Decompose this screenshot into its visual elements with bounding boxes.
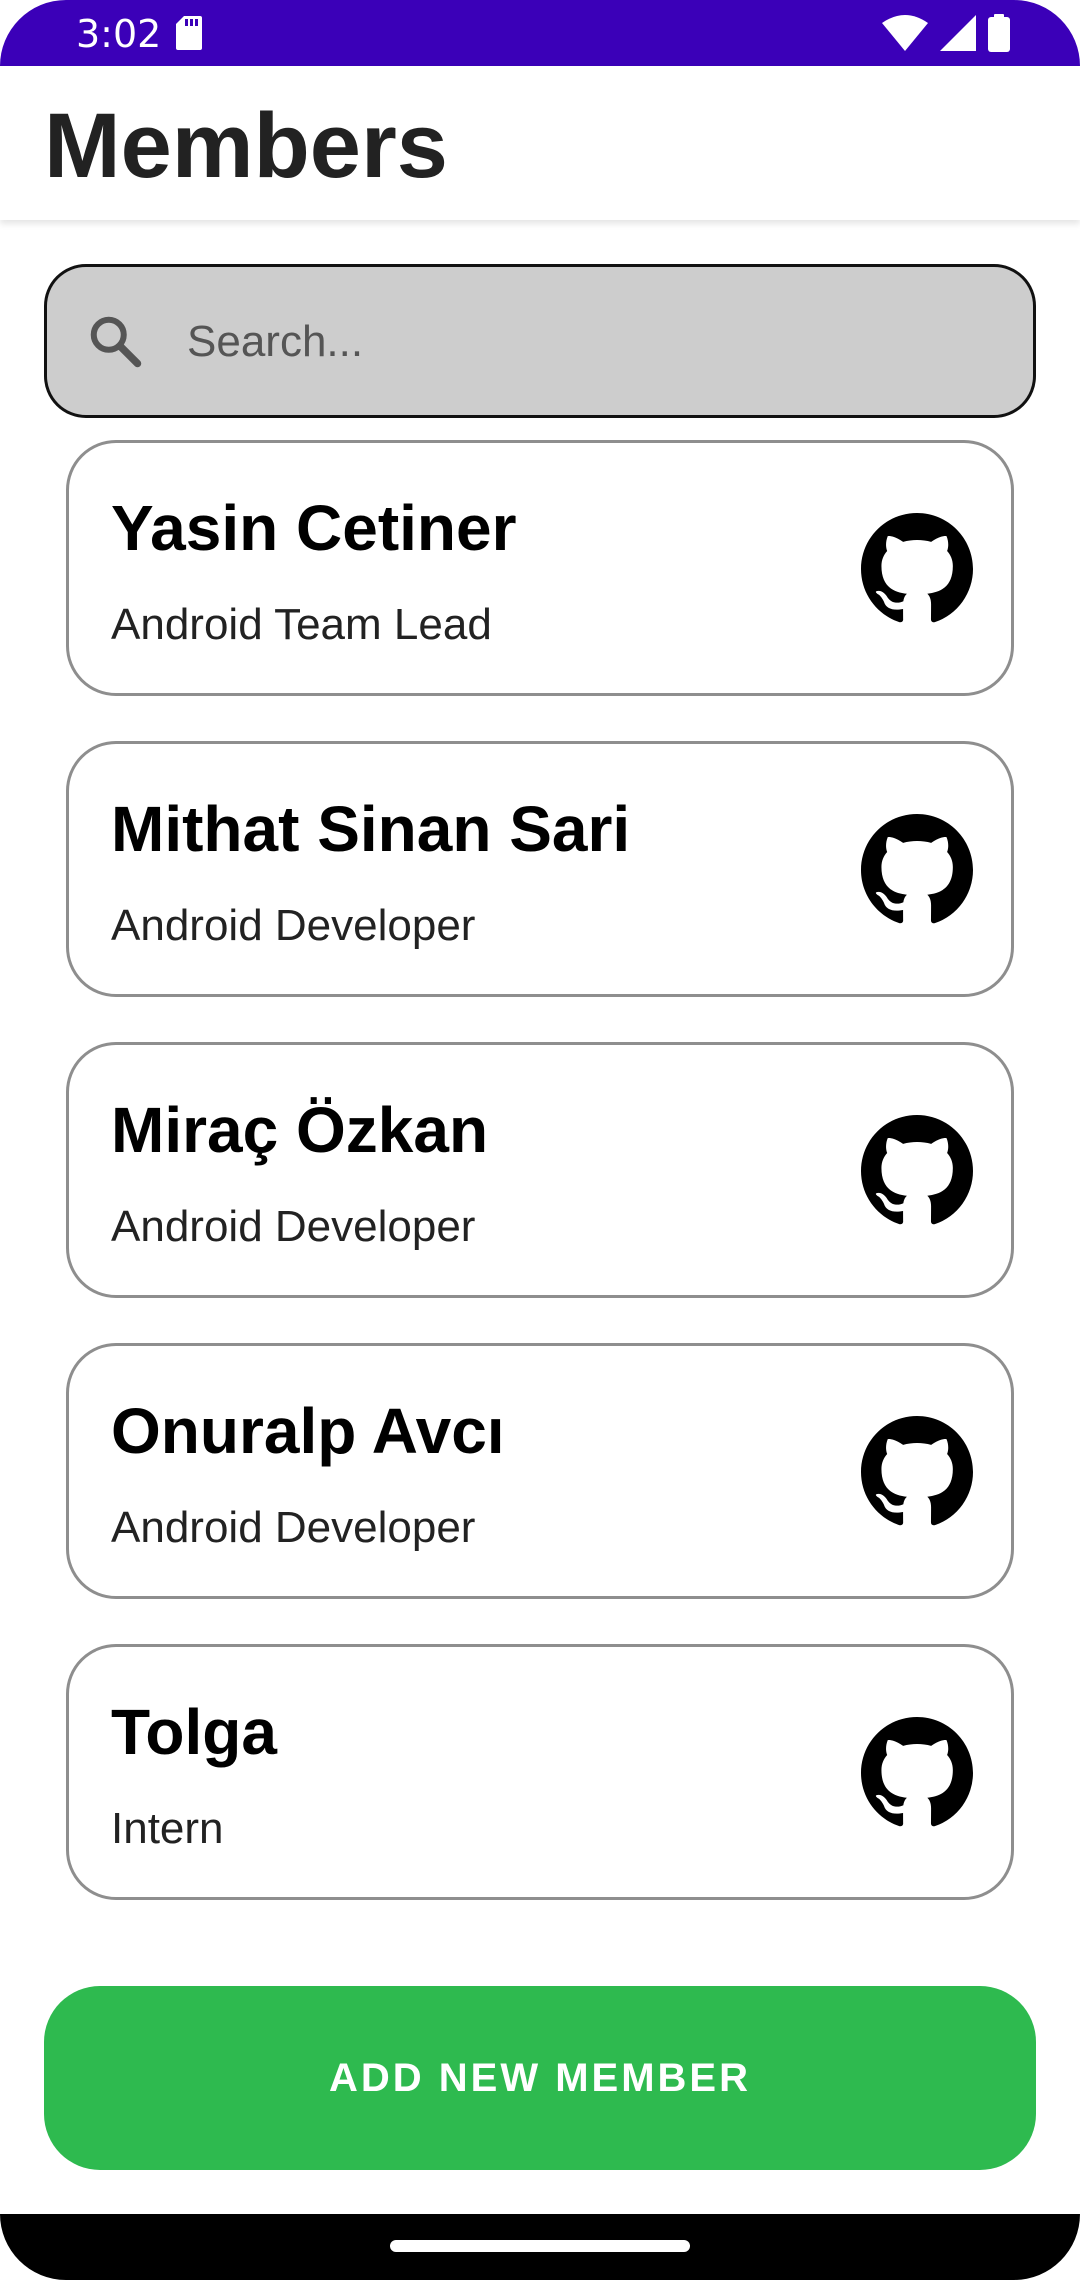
member-card[interactable]: Tolga Intern: [66, 1644, 1014, 1900]
member-name: Tolga: [111, 1696, 277, 1768]
member-name: Miraç Özkan: [111, 1094, 489, 1166]
member-card[interactable]: Mithat Sinan Sari Android Developer: [66, 741, 1014, 997]
github-icon[interactable]: [861, 814, 973, 926]
members-screen: 3:02 Members Search... Yasin Cetiner And…: [0, 0, 1080, 2280]
member-role: Android Developer: [111, 1202, 476, 1251]
member-name: Mithat Sinan Sari: [111, 793, 631, 865]
member-role: Intern: [111, 1804, 224, 1853]
github-icon[interactable]: [861, 1717, 973, 1829]
home-handle[interactable]: [390, 2240, 690, 2252]
member-name: Yasin Cetiner: [111, 492, 517, 564]
github-icon[interactable]: [861, 1115, 973, 1227]
search-input[interactable]: [187, 297, 987, 387]
github-icon[interactable]: [861, 1416, 973, 1528]
signal-icon: [940, 15, 976, 51]
member-name: Onuralp Avcı: [111, 1395, 505, 1467]
status-icons: [882, 14, 1010, 52]
search-bar[interactable]: [44, 264, 1036, 418]
member-role: Android Team Lead: [111, 600, 492, 649]
app-bar: Members: [0, 66, 1080, 220]
battery-icon: [988, 14, 1010, 52]
wifi-icon: [882, 15, 928, 51]
navigation-bar: [0, 2214, 1080, 2280]
member-card[interactable]: Yasin Cetiner Android Team Lead: [66, 440, 1014, 696]
search-icon: [90, 316, 142, 368]
add-new-member-button[interactable]: ADD NEW MEMBER: [44, 1986, 1036, 2170]
member-card[interactable]: Miraç Özkan Android Developer: [66, 1042, 1014, 1298]
github-icon[interactable]: [861, 513, 973, 625]
status-bar: 3:02: [0, 0, 1080, 66]
member-card[interactable]: Onuralp Avcı Android Developer: [66, 1343, 1014, 1599]
page-title: Members: [44, 95, 448, 197]
sd-card-icon: [176, 16, 202, 50]
member-role: Android Developer: [111, 1503, 476, 1552]
status-time: 3:02: [76, 12, 162, 56]
member-role: Android Developer: [111, 901, 476, 950]
